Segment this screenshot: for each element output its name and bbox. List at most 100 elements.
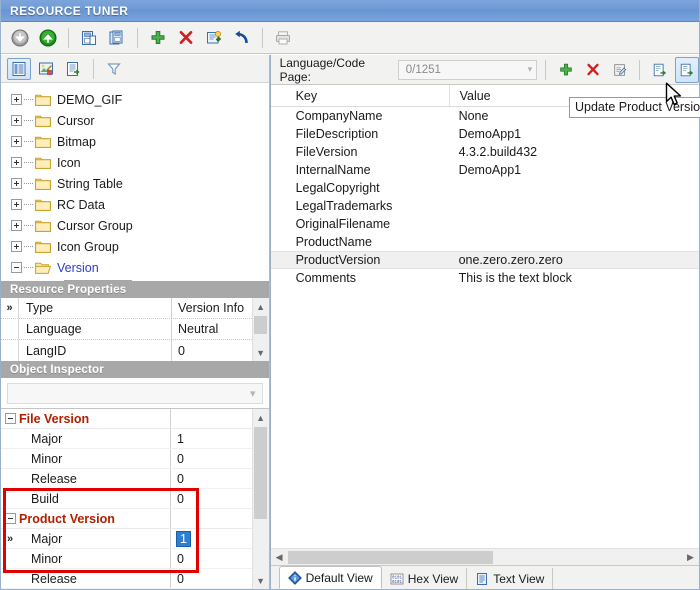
report-view-button[interactable] [61,58,85,80]
object-row-file-build[interactable]: Build 0 [1,489,252,509]
tree-node-demo-gif[interactable]: DEMO_GIF [5,89,269,110]
preview-view-button[interactable] [34,58,58,80]
tree-node-cursor-group[interactable]: Cursor Group [5,215,269,236]
tree-node-icon-group[interactable]: Icon Group [5,236,269,257]
edit-resource-button[interactable] [201,25,227,51]
copy-resource-button[interactable] [76,25,102,51]
property-value[interactable]: Version Info [172,301,252,315]
tree-node-bitmap[interactable]: Bitmap [5,131,269,152]
expand-icon[interactable] [11,115,22,126]
table-row[interactable]: OriginalFilename [271,215,699,233]
delete-resource-button[interactable] [173,25,199,51]
update-product-version-button[interactable] [675,56,699,83]
scrollbar-thumb[interactable] [254,316,268,334]
scroll-down-arrow[interactable]: ▼ [252,344,269,361]
undo-button[interactable] [229,25,255,51]
table-row[interactable]: Comments This is the text block [271,269,699,287]
tree-node-rc-data[interactable]: RC Data [5,194,269,215]
filter-button[interactable] [102,58,126,80]
expand-icon[interactable] [11,136,22,147]
row-value[interactable]: 4.3.2.build432 [449,145,699,159]
table-row[interactable]: ProductName [271,233,699,251]
print-button[interactable] [270,25,296,51]
row-value[interactable]: DemoApp1 [449,163,699,177]
property-row[interactable]: » Type Version Info [1,298,252,319]
row-key: ProductName [295,235,373,249]
expand-icon[interactable] [11,241,22,252]
object-row-product-minor[interactable]: Minor 0 [1,549,252,569]
scroll-right-arrow[interactable]: ▶ [682,549,699,566]
resource-tree[interactable]: DEMO_GIF Cursor Bitmap Icon String Table… [1,83,269,281]
object-row-value[interactable]: 1 [176,530,191,547]
property-row[interactable]: LangID 0 [1,340,252,361]
property-value[interactable]: 0 [172,344,252,358]
object-row-value[interactable]: 0 [171,469,252,488]
hscrollbar-thumb[interactable] [287,550,493,564]
update-file-version-button[interactable] [648,57,672,83]
tab-default-view[interactable]: Default View [278,566,382,589]
expand-icon[interactable] [11,178,22,189]
table-row[interactable]: LegalTrademarks [271,197,699,215]
expand-icon[interactable] [11,157,22,168]
delete-string-button[interactable] [581,57,605,83]
object-row-value[interactable]: 0 [171,489,252,508]
duplicate-resource-button[interactable] [104,25,130,51]
scroll-up-arrow[interactable]: ▲ [252,298,269,315]
group-collapse-box[interactable] [1,513,19,524]
object-row-file-major[interactable]: Major 1 [1,429,252,449]
object-row-file-release[interactable]: Release 0 [1,469,252,489]
edit-string-button[interactable] [608,57,632,83]
scroll-up-arrow[interactable]: ▲ [252,409,269,426]
object-row-file-minor[interactable]: Minor 0 [1,449,252,469]
object-row-value[interactable]: 0 [171,549,252,568]
add-string-button[interactable] [554,57,578,83]
row-value[interactable]: DemoApp1 [449,127,699,141]
tree-node-neutral[interactable]: 1: Neutral [5,278,269,281]
tab-hex-view[interactable]: 0101 0101 Hex View [382,568,468,589]
collapse-icon[interactable] [11,262,22,273]
group-collapse-box[interactable] [1,413,19,424]
table-row[interactable]: InternalName DemoApp1 [271,161,699,179]
object-row-value[interactable]: 0 [171,569,252,588]
update-version-icon [654,63,667,76]
tree-node-icon[interactable]: Icon [5,152,269,173]
tree-node-string-table[interactable]: String Table [5,173,269,194]
expand-icon[interactable] [11,94,22,105]
expand-icon[interactable] [11,199,22,210]
table-row[interactable]: FileVersion 4.3.2.build432 [271,143,699,161]
property-value[interactable]: Neutral [172,322,252,336]
language-code-page-select[interactable]: 0/1251 ▾ [397,59,538,80]
save-file-button[interactable] [35,25,61,51]
table-row[interactable]: ProductVersion one.zero.zero.zero [270,251,699,269]
table-row[interactable]: FileDescription DemoApp1 [271,125,699,143]
row-key: Comments [295,271,357,285]
collapse-icon[interactable] [4,513,16,524]
collapse-icon[interactable] [4,413,16,424]
row-value[interactable]: one.zero.zero.zero [449,253,699,267]
object-row-product-major[interactable]: » Major 1 [1,529,252,549]
object-row-value[interactable]: 1 [171,429,252,448]
table-row[interactable]: LegalCopyright [271,179,699,197]
object-row-product-release[interactable]: Release 0 [1,569,252,589]
object-row-value-cell[interactable]: 1 [171,529,252,548]
group-file-version[interactable]: File Version [1,409,252,429]
tab-text-view[interactable]: Text View [467,568,554,589]
scroll-down-arrow[interactable]: ▼ [252,572,269,589]
version-table-hscrollbar[interactable]: ◀ ▶ [270,548,699,566]
resource-tree-view-button[interactable] [7,57,31,80]
row-value[interactable]: This is the text block [449,271,699,285]
expand-icon[interactable] [11,220,22,231]
tree-node-cursor[interactable]: Cursor [5,110,269,131]
tree-node-version[interactable]: Version [5,257,269,278]
open-file-button[interactable] [7,25,33,51]
property-row[interactable]: Language Neutral [1,319,252,340]
group-product-version[interactable]: Product Version [1,509,252,529]
resource-properties-scrollbar[interactable]: ▲ ▼ [251,298,269,361]
scroll-left-arrow[interactable]: ◀ [271,549,288,566]
object-row-value[interactable]: 0 [171,449,252,468]
svg-text:0101: 0101 [392,576,403,580]
add-resource-button[interactable] [145,25,171,51]
object-inspector-select[interactable]: ▾ [7,382,263,404]
scrollbar-thumb[interactable] [254,427,268,519]
object-inspector-scrollbar[interactable]: ▲ ▼ [251,409,269,589]
